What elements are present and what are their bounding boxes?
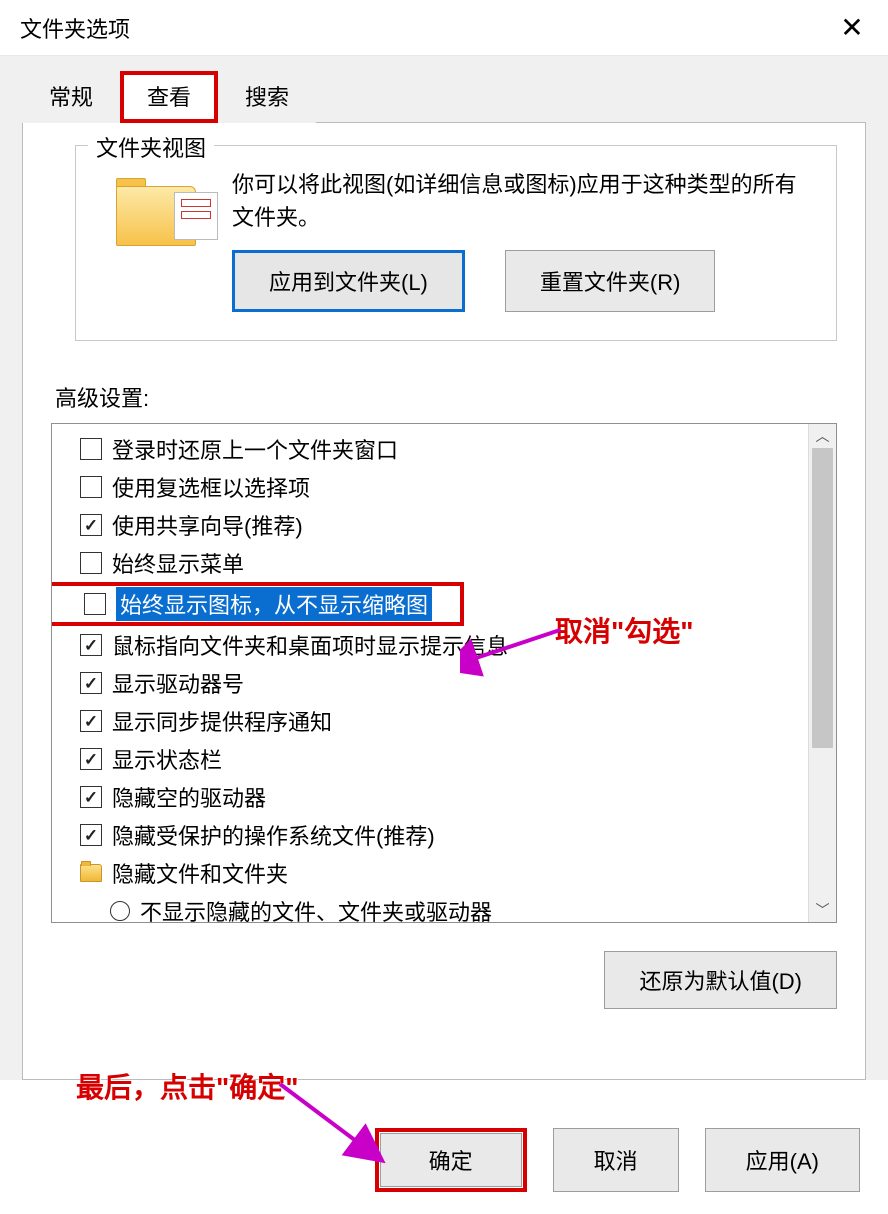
list-item[interactable]: 使用共享向导(推荐) <box>80 506 804 544</box>
cancel-button[interactable]: 取消 <box>553 1128 679 1192</box>
annotation-uncheck: 取消"勾选" <box>555 610 694 650</box>
list-item-label: 隐藏空的驱动器 <box>112 781 266 813</box>
list-item-label: 鼠标指向文件夹和桌面项时显示提示信息 <box>112 629 508 661</box>
folder-icon <box>116 174 212 254</box>
dialog-buttons: 确定 取消 应用(A) <box>375 1128 860 1192</box>
folder-views-group: 文件夹视图 你可以将此视图(如详细信息或图标)应用于这种类型的所有文件夹。 应用… <box>75 145 837 341</box>
list-item-label: 显示状态栏 <box>112 743 222 775</box>
advanced-settings-list[interactable]: 登录时还原上一个文件夹窗口使用复选框以选择项使用共享向导(推荐) 始终显示菜单始终… <box>51 423 837 923</box>
checkbox-icon[interactable] <box>80 824 102 846</box>
ok-button-highlight: 确定 <box>375 1128 527 1192</box>
checkbox-icon[interactable] <box>80 552 102 574</box>
list-item-label: 始终显示菜单 <box>112 547 244 579</box>
list-item[interactable]: 显示驱动器号 <box>80 664 804 702</box>
folder-icon <box>80 864 102 882</box>
restore-defaults-button[interactable]: 还原为默认值(D) <box>604 951 837 1009</box>
titlebar: 文件夹选项 ✕ <box>0 0 888 56</box>
checkbox-icon[interactable] <box>80 748 102 770</box>
checkbox-icon[interactable] <box>80 514 102 536</box>
scroll-down-icon[interactable]: ﹀ <box>809 898 836 922</box>
list-item-label: 使用复选框以选择项 <box>112 471 310 503</box>
list-item[interactable]: 使用复选框以选择项 <box>80 468 804 506</box>
folder-views-legend: 文件夹视图 <box>88 131 214 163</box>
tab-search[interactable]: 搜索 <box>218 71 316 123</box>
list-item-label: 使用共享向导(推荐) <box>112 509 303 541</box>
radio-icon[interactable] <box>110 901 130 921</box>
list-item[interactable]: 不显示隐藏的文件、文件夹或驱动器 <box>110 892 804 922</box>
ok-button[interactable]: 确定 <box>380 1133 522 1187</box>
folder-views-desc: 你可以将此视图(如详细信息或图标)应用于这种类型的所有文件夹。 <box>232 168 814 234</box>
content-area: 常规 查看 搜索 文件夹视图 你可以将此视图(如详细信息或图标)应用于这种类型的… <box>0 56 888 1080</box>
tabs: 常规 查看 搜索 <box>22 71 866 123</box>
reset-folders-button[interactable]: 重置文件夹(R) <box>505 250 716 312</box>
list-item-label: 始终显示图标，从不显示缩略图 <box>116 587 432 621</box>
list-item-label: 显示驱动器号 <box>112 667 244 699</box>
list-item[interactable]: 隐藏空的驱动器 <box>80 778 804 816</box>
scroll-up-icon[interactable]: ︿ <box>809 424 836 448</box>
list-item[interactable]: 显示状态栏 <box>80 740 804 778</box>
list-item[interactable]: 显示同步提供程序通知 <box>80 702 804 740</box>
checkbox-icon[interactable] <box>84 593 106 615</box>
scrollbar[interactable]: ︿ ﹀ <box>808 424 836 922</box>
checkbox-icon[interactable] <box>80 476 102 498</box>
advanced-settings-label: 高级设置: <box>55 381 837 413</box>
list-item[interactable]: 始终显示图标，从不显示缩略图 <box>84 588 454 620</box>
scroll-thumb[interactable] <box>812 448 833 748</box>
checkbox-icon[interactable] <box>80 672 102 694</box>
list-item[interactable]: 登录时还原上一个文件夹窗口 <box>80 430 804 468</box>
list-item-label: 隐藏文件和文件夹 <box>112 857 288 889</box>
highlighted-row-frame: 始终显示图标，从不显示缩略图 <box>52 582 464 626</box>
window-title: 文件夹选项 <box>20 12 130 44</box>
checkbox-icon[interactable] <box>80 438 102 460</box>
list-item-label: 显示同步提供程序通知 <box>112 705 332 737</box>
list-item-label: 不显示隐藏的文件、文件夹或驱动器 <box>140 895 492 922</box>
list-item[interactable]: 隐藏受保护的操作系统文件(推荐) <box>80 816 804 854</box>
apply-to-folders-button[interactable]: 应用到文件夹(L) <box>232 250 465 312</box>
tab-panel: 文件夹视图 你可以将此视图(如详细信息或图标)应用于这种类型的所有文件夹。 应用… <box>22 122 866 1080</box>
checkbox-icon[interactable] <box>80 710 102 732</box>
checkbox-icon[interactable] <box>80 634 102 656</box>
list-item[interactable]: 隐藏文件和文件夹 <box>80 854 804 892</box>
checkbox-icon[interactable] <box>80 786 102 808</box>
close-icon[interactable]: ✕ <box>830 6 874 50</box>
apply-button[interactable]: 应用(A) <box>705 1128 860 1192</box>
tab-view[interactable]: 查看 <box>120 71 218 123</box>
list-item[interactable]: 鼠标指向文件夹和桌面项时显示提示信息 <box>80 626 804 664</box>
list-item[interactable]: 始终显示菜单 <box>80 544 804 582</box>
list-item-label: 隐藏受保护的操作系统文件(推荐) <box>112 819 435 851</box>
tab-general[interactable]: 常规 <box>22 71 120 123</box>
annotation-click-ok: 最后，点击"确定" <box>76 1066 299 1106</box>
list-item-label: 登录时还原上一个文件夹窗口 <box>112 433 398 465</box>
